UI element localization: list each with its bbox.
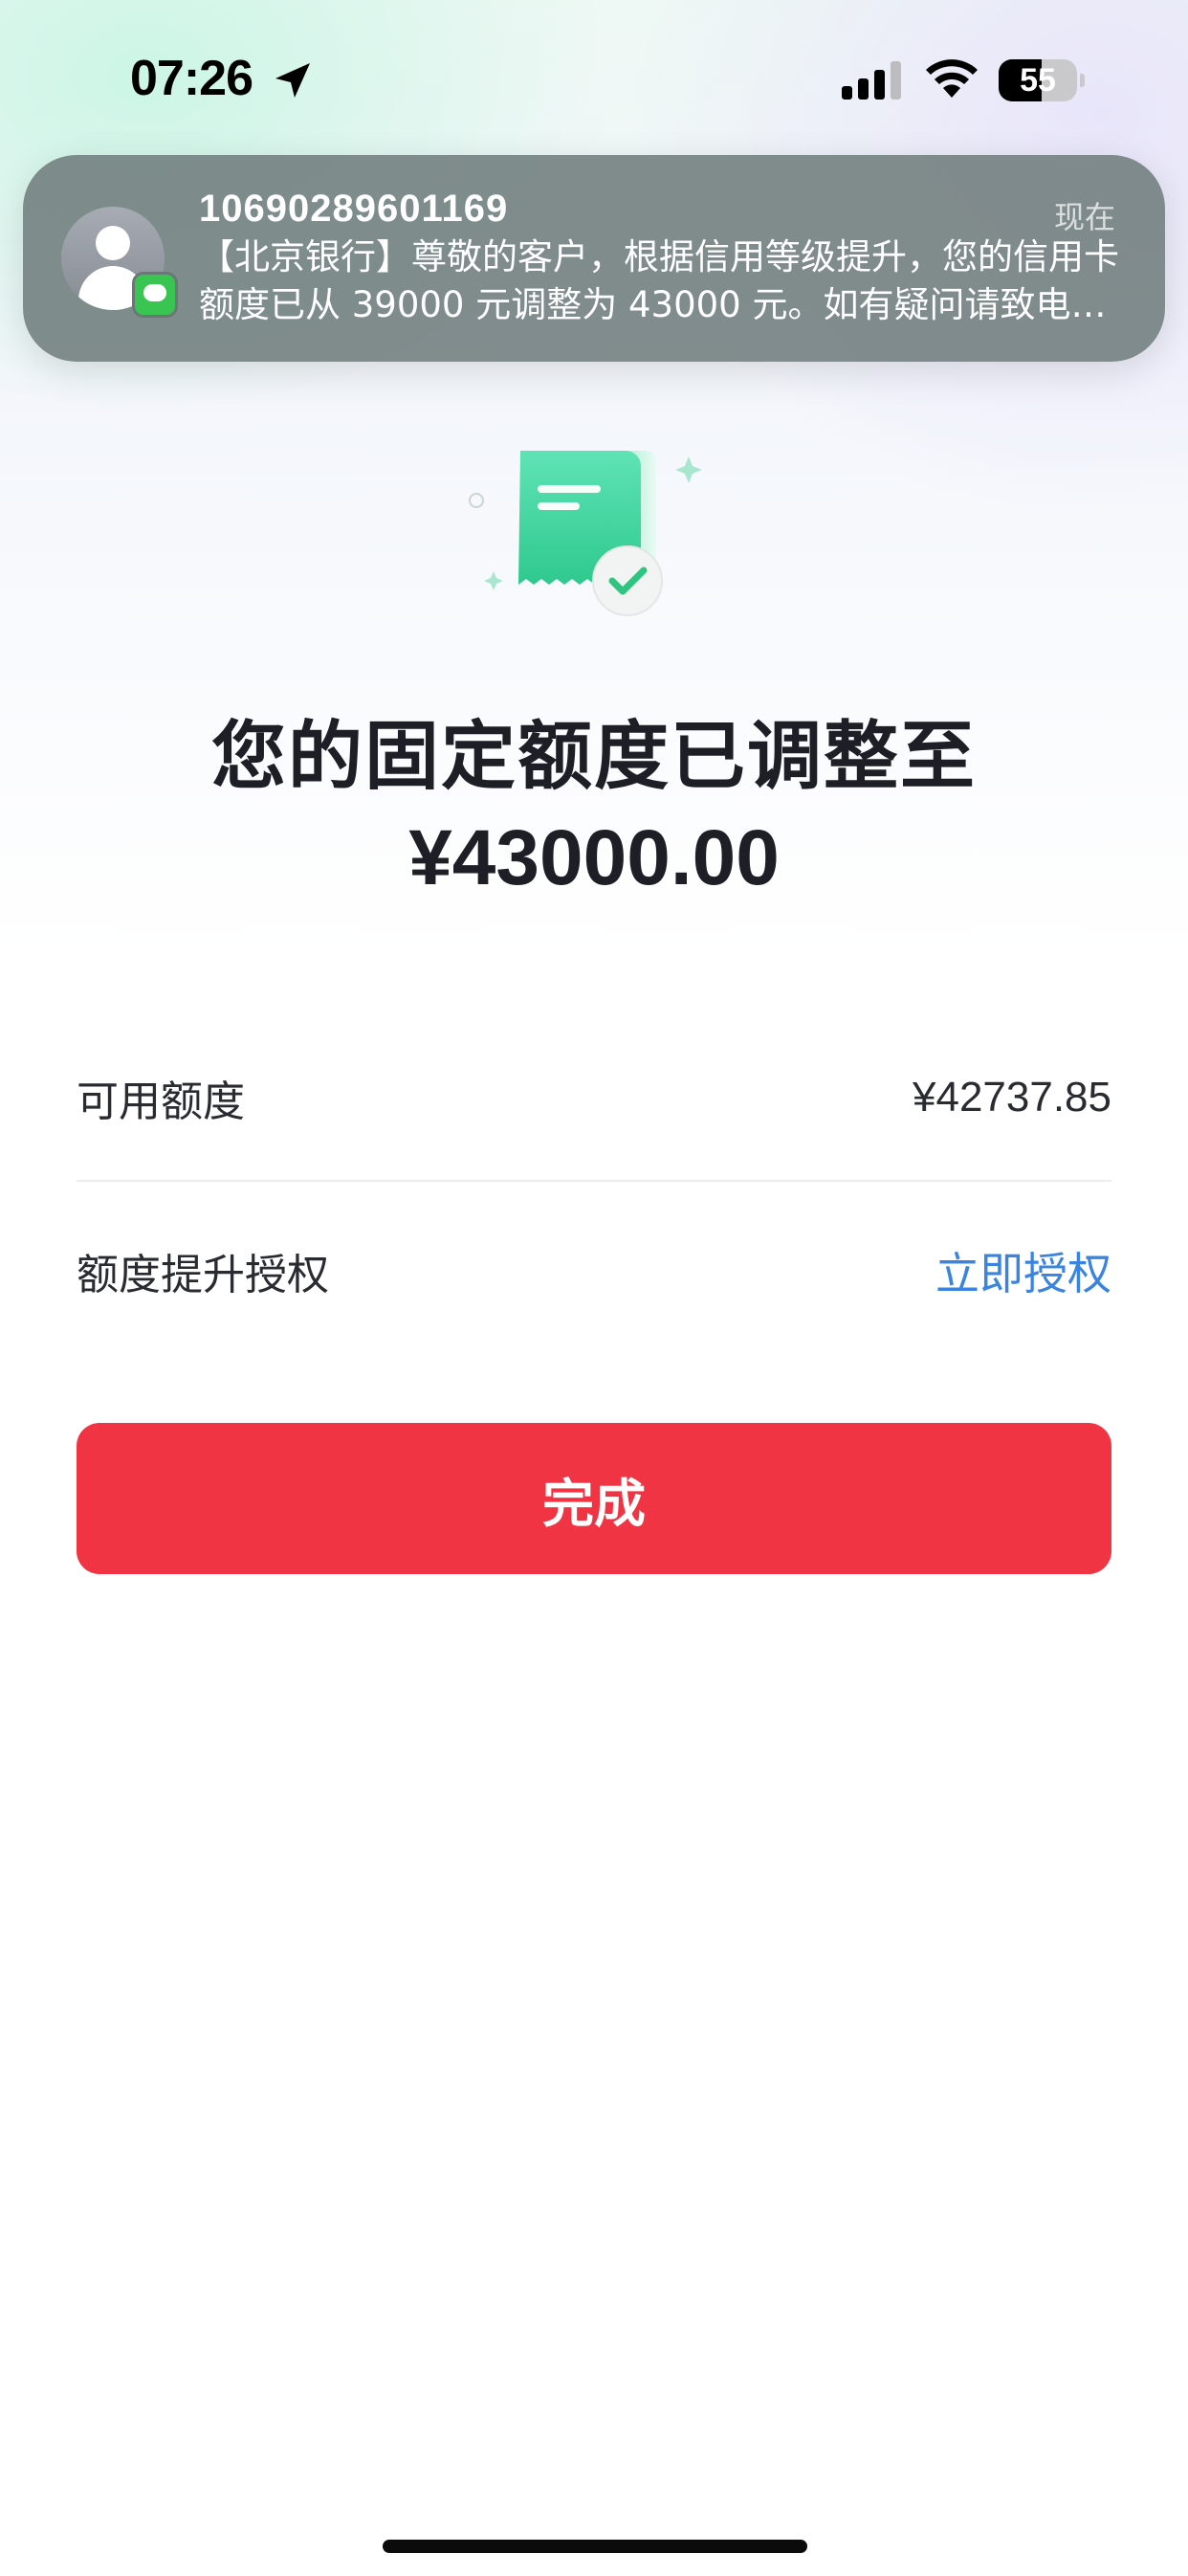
new-limit-amount: ¥43000.00 (408, 814, 780, 901)
available-limit-row: 可用额度 ¥42737.85 (77, 1031, 1111, 1165)
sms-notification-banner[interactable]: 10690289601169 现在 【北京银行】尊敬的客户，根据信用等级提升，您… (23, 155, 1165, 362)
available-limit-value: ¥42737.85 (913, 1074, 1111, 1121)
available-limit-label: 可用额度 (77, 1077, 245, 1126)
done-button[interactable]: 完成 (77, 1423, 1111, 1574)
battery-icon: 55 (999, 59, 1085, 101)
receipt-check-icon (469, 451, 702, 616)
messages-icon (132, 272, 178, 318)
status-time: 07:26 (130, 51, 253, 106)
status-bar: 07:26 55 (0, 0, 1188, 153)
limit-authorization-label: 额度提升授权 (77, 1251, 329, 1299)
location-arrow-icon (275, 63, 310, 98)
wifi-icon (926, 59, 978, 98)
home-indicator[interactable] (383, 2540, 807, 2553)
notification-sender: 10690289601169 (199, 188, 509, 230)
limit-authorization-row: 额度提升授权 立即授权 (77, 1204, 1111, 1338)
battery-level: 55 (1020, 62, 1056, 99)
notification-time: 现在 (1053, 199, 1115, 235)
authorize-now-link[interactable]: 立即授权 (935, 1239, 1111, 1302)
cellular-signal-icon (842, 61, 901, 100)
divider (77, 1180, 1111, 1182)
page-title: 您的固定额度已调整至 (210, 714, 977, 800)
notification-body: 【北京银行】尊敬的客户，根据信用等级提升，您的信用卡额度已从 39000 元调整… (199, 236, 1119, 325)
